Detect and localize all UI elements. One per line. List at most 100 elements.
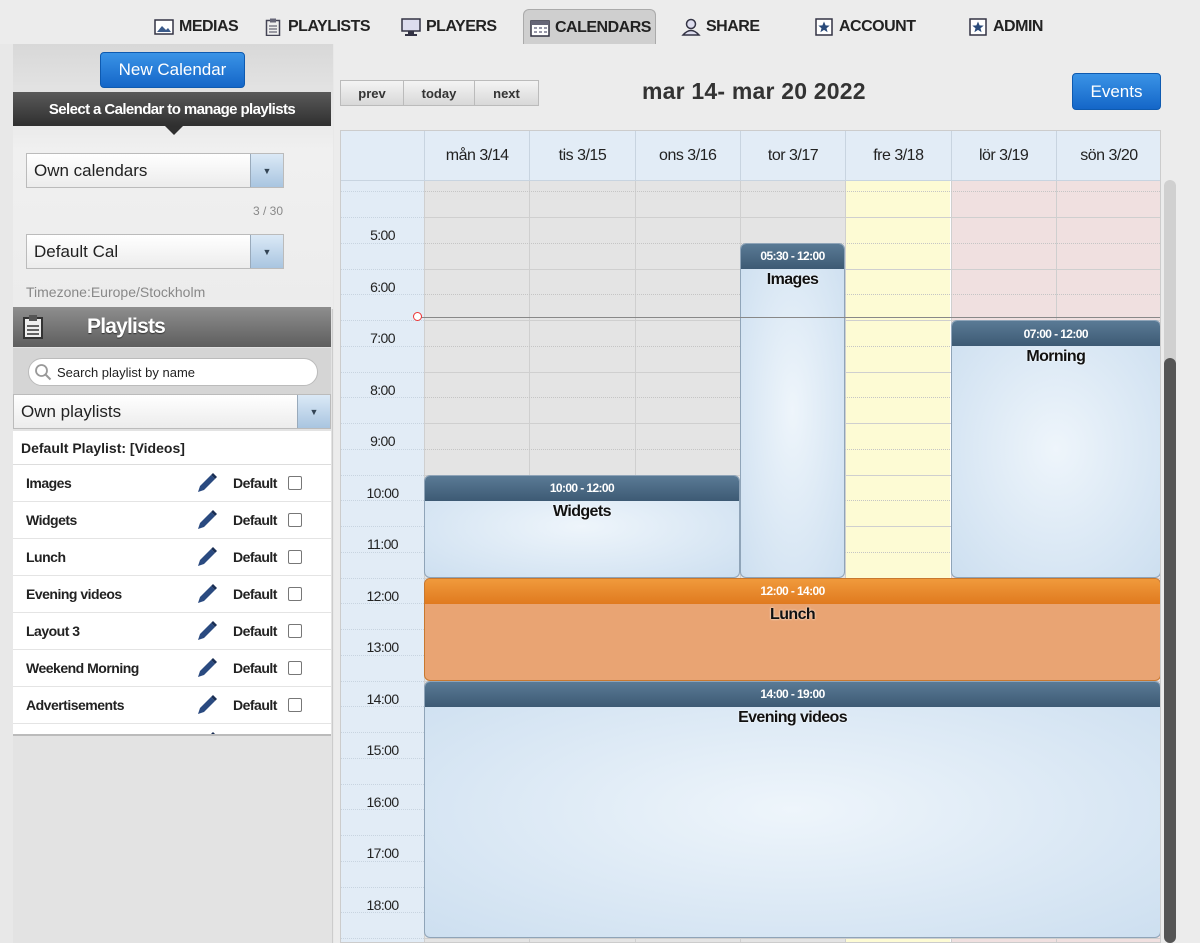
event-title: Morning [1026, 348, 1086, 366]
pencil-icon[interactable] [195, 730, 219, 736]
default-checkbox[interactable] [288, 476, 302, 490]
time-label: 6:00 [370, 278, 395, 295]
grid-line [341, 551, 424, 553]
event-title: Widgets [553, 502, 611, 520]
nav-medias[interactable]: MEDIAS [148, 9, 244, 45]
grid-line [341, 474, 424, 476]
calendar-select[interactable]: Default Cal ▼ [26, 234, 284, 269]
time-label: 8:00 [370, 381, 395, 398]
time-label: 12:00 [366, 587, 399, 604]
playlists-title: Playlists [87, 315, 166, 338]
default-checkbox[interactable] [288, 735, 302, 736]
chevron-down-icon: ▼ [250, 154, 283, 187]
pencil-icon[interactable] [195, 471, 219, 495]
grid-line [341, 191, 424, 193]
playlist-row[interactable]: Lunch Default [13, 539, 331, 576]
pencil-icon[interactable] [195, 508, 219, 532]
playlist-row[interactable]: Advertisements Default [13, 687, 331, 724]
pencil-icon[interactable] [195, 656, 219, 680]
playlist-filter-select[interactable]: Own playlists ▼ [13, 394, 331, 429]
calendar-event[interactable]: 07:00 - 12:00 Morning [950, 320, 1160, 578]
date-range-title: mar 14- mar 20 2022 [642, 78, 866, 104]
pencil-icon[interactable] [195, 693, 219, 717]
playlist-search-bar [13, 348, 331, 394]
playlist-name: Lunch [26, 549, 66, 565]
pencil-icon[interactable] [195, 619, 219, 643]
new-calendar-button[interactable]: New Calendar [100, 52, 245, 88]
playlist-row[interactable]: 123 Default [13, 724, 331, 736]
nav-players[interactable]: PLAYERS [395, 9, 503, 45]
today-button[interactable]: today [403, 80, 475, 106]
day-header: fre 3/18 [845, 131, 950, 181]
grid-line [341, 680, 424, 682]
grid-line [341, 217, 1160, 219]
day-header: lör 3/19 [950, 131, 1056, 181]
playlist-row[interactable]: Evening videos Default [13, 576, 331, 613]
day-header: ons 3/16 [634, 131, 740, 181]
default-checkbox[interactable] [288, 661, 302, 675]
grid-line [341, 526, 424, 528]
grid-line [341, 500, 424, 502]
calendar-event[interactable]: 14:00 - 19:00 Evening videos [424, 680, 1160, 939]
default-label: Default [233, 512, 277, 528]
playlist-row[interactable]: Weekend Morning Default [13, 650, 331, 687]
search-icon [29, 358, 57, 386]
nav-playlists[interactable]: PLAYLISTS [257, 9, 376, 45]
grid-line [341, 423, 424, 425]
top-navigation: MEDIAS PLAYLISTS PLAYERS CALENDARS SHARE… [0, 0, 1200, 45]
select-calendar-banner: Select a Calendar to manage playlists [13, 92, 331, 135]
calendar-icon [530, 19, 550, 37]
grid-line [341, 654, 424, 656]
grid-line [341, 732, 424, 734]
grid-line [341, 371, 424, 373]
playlist-name: Advertisements [26, 697, 125, 713]
timezone-label: Timezone:Europe/Stockholm [26, 284, 206, 300]
time-label: 5:00 [370, 227, 395, 244]
time-label: 16:00 [366, 793, 399, 810]
default-checkbox[interactable] [288, 513, 302, 527]
default-checkbox[interactable] [288, 587, 302, 601]
calendar-selector-panel: New Calendar Select a Calendar to manage… [13, 44, 333, 309]
nav-account[interactable]: ACCOUNT [808, 9, 922, 45]
default-label: Default [233, 586, 277, 602]
sidebar: New Calendar Select a Calendar to manage… [13, 44, 333, 943]
playlist-row[interactable]: Images Default [13, 465, 331, 502]
default-checkbox[interactable] [288, 550, 302, 564]
calendar-event[interactable]: 05:30 - 12:00 Images [739, 242, 846, 578]
grid-line [341, 577, 424, 579]
scrollbar-thumb[interactable] [1164, 358, 1176, 943]
chevron-down-icon: ▼ [297, 395, 330, 428]
time-label: 14:00 [366, 690, 399, 707]
day-header: tis 3/15 [529, 131, 634, 181]
search-box [28, 358, 318, 386]
prev-button[interactable]: prev [340, 80, 404, 106]
grid-line [341, 860, 424, 862]
grid-line [341, 706, 424, 708]
nav-calendars[interactable]: CALENDARS [523, 9, 656, 45]
playlist-search-input[interactable] [57, 364, 307, 380]
calendar-event[interactable]: 10:00 - 12:00 Widgets [424, 474, 740, 578]
events-button[interactable]: Events [1072, 73, 1161, 110]
pencil-icon[interactable] [195, 545, 219, 569]
playlist-name: Weekend Morning [26, 660, 139, 676]
calendar-filter-select[interactable]: Own calendars ▼ [26, 153, 284, 188]
time-label: 18:00 [366, 896, 399, 913]
playlist-name: 123 [26, 734, 48, 736]
playlist-list: Default Playlist: [Videos] Images Defaul… [13, 431, 331, 736]
user-share-icon [681, 18, 701, 36]
calendar-event[interactable]: 12:00 - 14:00 Lunch [424, 577, 1160, 681]
next-button[interactable]: next [474, 80, 539, 106]
image-icon [154, 18, 174, 36]
default-checkbox[interactable] [288, 624, 302, 638]
nav-share[interactable]: SHARE [675, 9, 766, 45]
default-playlist-label: Default Playlist: [Videos] [13, 431, 331, 465]
playlist-row[interactable]: Widgets Default [13, 502, 331, 539]
pencil-icon[interactable] [195, 582, 219, 606]
nav-admin[interactable]: ADMIN [962, 9, 1049, 45]
event-title: Evening videos [738, 708, 848, 726]
grid-line [341, 191, 1160, 193]
grid-line [341, 938, 424, 940]
playlist-row[interactable]: Layout 3 Default [13, 613, 331, 650]
default-checkbox[interactable] [288, 698, 302, 712]
default-label: Default [233, 623, 277, 639]
